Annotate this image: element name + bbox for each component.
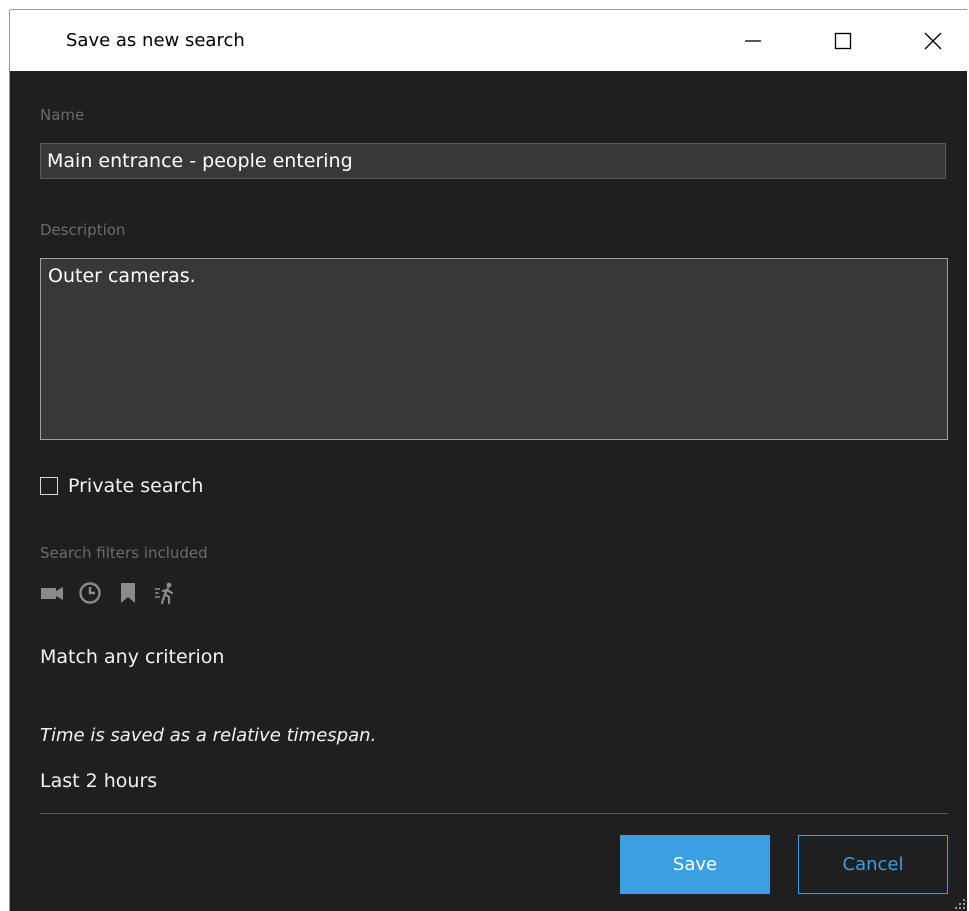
clock-icon — [78, 581, 102, 605]
name-input[interactable] — [40, 143, 946, 179]
minimize-button[interactable] — [730, 10, 776, 71]
motion-person-icon — [154, 581, 178, 605]
time-note: Time is saved as a relative timespan. — [40, 725, 377, 746]
close-icon — [924, 32, 942, 49]
resize-grip-icon[interactable] — [954, 898, 966, 910]
save-search-dialog: Save as new search Name Description Oute… — [10, 10, 967, 911]
title-bar: Save as new search — [10, 10, 967, 71]
private-search-label: Private search — [68, 475, 204, 497]
maximize-icon — [834, 32, 852, 49]
time-value: Last 2 hours — [40, 770, 158, 792]
close-button[interactable] — [910, 10, 956, 71]
filters-label: Search filters included — [40, 544, 208, 562]
match-criterion-text: Match any criterion — [40, 646, 225, 668]
maximize-button[interactable] — [820, 10, 866, 71]
camera-icon — [40, 581, 64, 605]
bookmark-icon — [116, 581, 140, 605]
save-button[interactable]: Save — [620, 835, 770, 894]
name-label: Name — [40, 106, 85, 124]
divider — [40, 813, 948, 814]
description-input[interactable]: Outer cameras. — [40, 258, 948, 440]
dialog-body: Name Description Outer cameras. Private … — [10, 71, 967, 911]
private-search-toggle[interactable]: Private search — [40, 475, 203, 497]
filter-icons — [40, 581, 178, 605]
private-search-checkbox[interactable] — [40, 477, 58, 495]
window-title: Save as new search — [66, 30, 245, 51]
description-label: Description — [40, 221, 126, 239]
cancel-button[interactable]: Cancel — [798, 835, 948, 894]
minimize-icon — [745, 39, 761, 42]
